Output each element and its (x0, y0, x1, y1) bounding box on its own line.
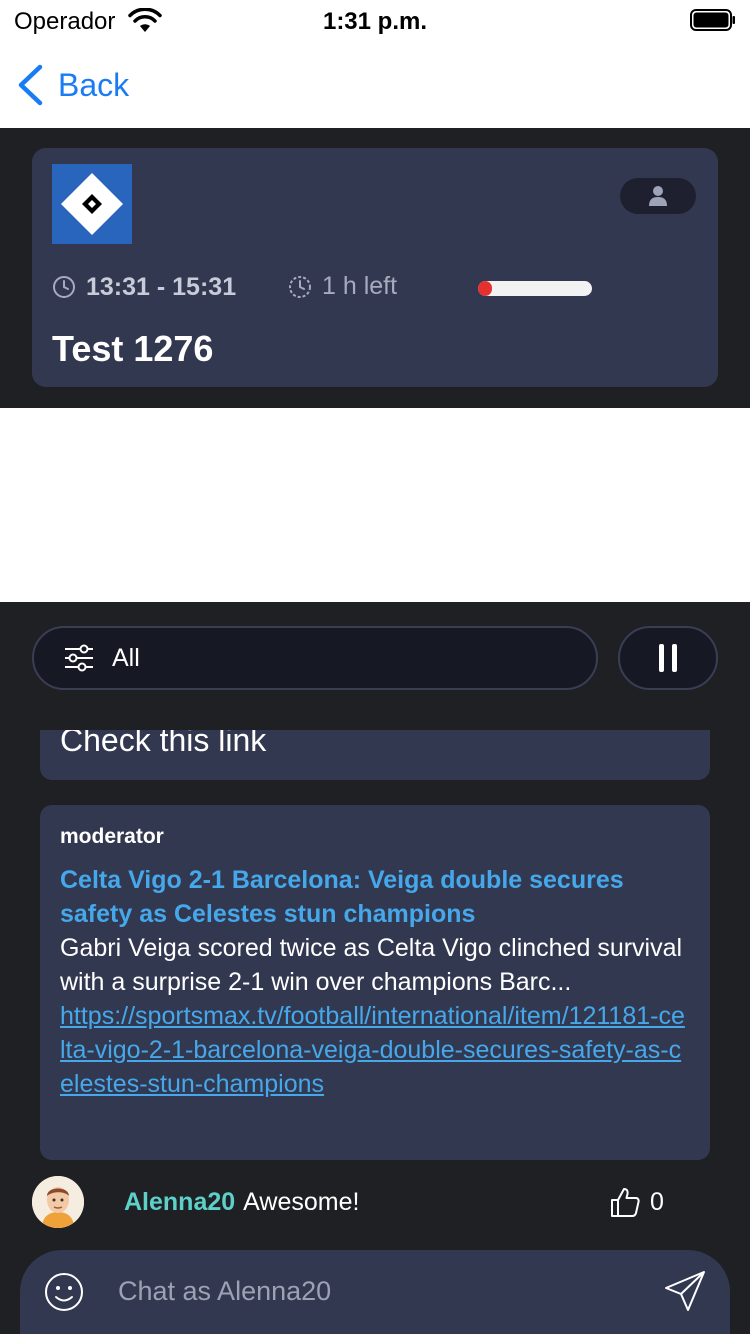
event-title: Test 1276 (52, 328, 214, 369)
link-preview-headline[interactable]: Celta Vigo 2-1 Barcelona: Veiga double s… (60, 863, 690, 931)
event-progress-fill (478, 281, 492, 296)
filter-label: All (112, 643, 140, 672)
team-crest-icon (52, 164, 132, 244)
message-text: Awesome! (243, 1188, 360, 1216)
time-range-label: 13:31 - 15:31 (86, 272, 237, 301)
time-range: 13:31 - 15:31 (52, 273, 236, 302)
chat-panel: All Check this link moderator Celta Vigo… (0, 602, 750, 1334)
battery-icon (690, 9, 735, 31)
clock-time: 1:31 p.m. (322, 8, 428, 35)
user-icon (649, 186, 667, 206)
clock-icon (53, 276, 75, 298)
link-preview-body: Gabri Veiga scored twice as Celta Vigo c… (60, 934, 683, 996)
team-logo (52, 164, 132, 244)
moderator-message-card: moderator Celta Vigo 2-1 Barcelona: Veig… (40, 805, 710, 1160)
back-button[interactable]: Back (16, 62, 129, 108)
time-left: 1 h left (288, 272, 397, 301)
message-text: Check this link (60, 730, 267, 758)
pause-icon (659, 644, 677, 672)
media-area (0, 408, 750, 602)
sliders-icon (65, 644, 93, 672)
message-list[interactable]: Check this link moderator Celta Vigo 2-1… (0, 730, 750, 1160)
smiley-icon[interactable] (44, 1272, 84, 1312)
avatar[interactable] (32, 1176, 84, 1228)
status-bar: Operador 1:31 p.m. (0, 0, 750, 42)
event-header: 13:31 - 15:31 1 h left Test 1276 (0, 128, 750, 408)
thumbs-up-icon (611, 1188, 640, 1217)
message-username[interactable]: Alenna20 (124, 1188, 235, 1216)
chat-message-row: Alenna20 Awesome! 0 (0, 1174, 750, 1234)
back-label: Back (58, 66, 130, 103)
message-author: moderator (60, 825, 164, 848)
chat-input[interactable] (118, 1268, 638, 1314)
like-button[interactable]: 0 (610, 1186, 664, 1218)
chat-message: Alenna20 Awesome! (124, 1188, 359, 1217)
participants-button[interactable] (620, 178, 696, 214)
filter-dropdown[interactable]: All (32, 626, 598, 690)
event-card: 13:31 - 15:31 1 h left Test 1276 (32, 148, 718, 387)
message-card: Check this link (40, 730, 710, 780)
pause-button[interactable] (618, 626, 718, 690)
paper-plane-icon[interactable] (664, 1270, 706, 1312)
time-left-label: 1 h left (322, 272, 398, 300)
like-count: 0 (650, 1187, 664, 1216)
timer-icon (289, 275, 311, 298)
chevron-left-icon (18, 64, 43, 106)
event-progress-bar (478, 281, 592, 296)
navigation-bar: Back (0, 42, 750, 128)
message-link[interactable]: https://sportsmax.tv/football/internatio… (60, 999, 690, 1101)
event-time-row: 13:31 - 15:31 1 h left (52, 272, 397, 302)
chat-input-bar (20, 1250, 730, 1334)
avatar-face-icon (32, 1176, 84, 1228)
